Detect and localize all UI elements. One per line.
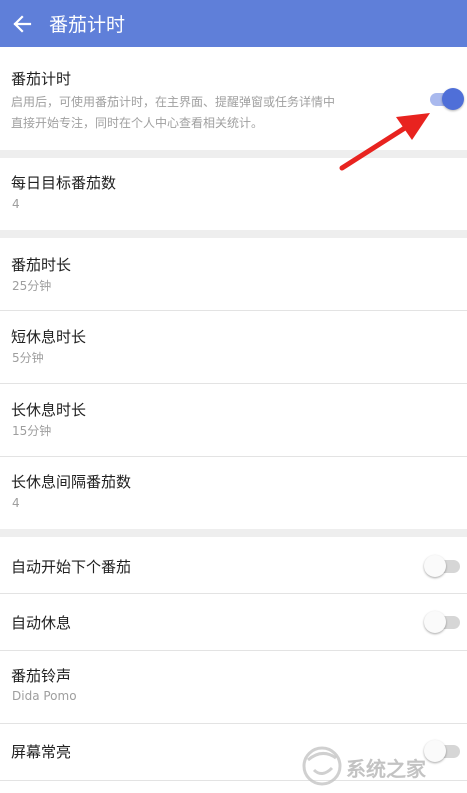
pomodoro-duration-row[interactable]: 番茄时长 25分钟 — [0, 238, 467, 310]
switch-knob — [442, 88, 464, 110]
auto-rest-title: 自动休息 — [11, 614, 72, 632]
long-break-title: 长休息时长 — [11, 401, 87, 419]
daily-goal-value: 4 — [12, 197, 20, 211]
ringtone-title: 番茄铃声 — [11, 667, 72, 685]
back-button[interactable] — [0, 0, 44, 47]
auto-start-next-switch[interactable] — [424, 555, 462, 577]
section-divider — [0, 529, 467, 537]
screen-on-title: 屏幕常亮 — [11, 743, 72, 761]
pomodoro-toggle-description-line2: 直接开始专注，同时在个人中心查看相关统计。 — [11, 116, 264, 130]
long-break-interval-title: 长休息间隔番茄数 — [11, 473, 132, 491]
app-bar: 番茄计时 — [0, 0, 467, 47]
auto-start-next-title: 自动开始下个番茄 — [11, 558, 132, 576]
switch-knob — [424, 611, 446, 633]
pomodoro-duration-title: 番茄时长 — [11, 256, 72, 274]
pomodoro-toggle-description-line1: 启用后，可使用番茄计时，在主界面、提醒弹窗或任务详情中 — [11, 95, 336, 109]
short-break-title: 短休息时长 — [11, 328, 87, 346]
watermark-text: 系统之家 — [346, 757, 426, 781]
annotation-arrow-icon — [339, 113, 430, 171]
long-break-interval-row[interactable]: 长休息间隔番茄数 4 — [0, 457, 467, 529]
watermark-logo-icon — [302, 746, 342, 786]
short-break-value: 5分钟 — [12, 351, 44, 365]
long-break-interval-value: 4 — [12, 496, 20, 510]
ringtone-value: Dida Pomo — [12, 689, 77, 703]
auto-rest-row[interactable]: 自动休息 — [0, 594, 467, 650]
section-divider — [0, 230, 467, 238]
pomodoro-toggle-title: 番茄计时 — [11, 70, 72, 88]
pomodoro-duration-value: 25分钟 — [12, 279, 52, 293]
daily-goal-title: 每日目标番茄数 — [11, 174, 117, 192]
arrow-left-icon — [13, 14, 32, 33]
long-break-row[interactable]: 长休息时长 15分钟 — [0, 384, 467, 456]
auto-rest-switch[interactable] — [424, 611, 462, 633]
short-break-row[interactable]: 短休息时长 5分钟 — [0, 311, 467, 383]
long-break-value: 15分钟 — [12, 424, 52, 438]
page-title: 番茄计时 — [49, 14, 126, 36]
auto-start-next-row[interactable]: 自动开始下个番茄 — [0, 537, 467, 593]
switch-knob — [424, 555, 446, 577]
ringtone-row[interactable]: 番茄铃声 Dida Pomo — [0, 651, 467, 723]
watermark: 系统之家 — [296, 742, 464, 788]
